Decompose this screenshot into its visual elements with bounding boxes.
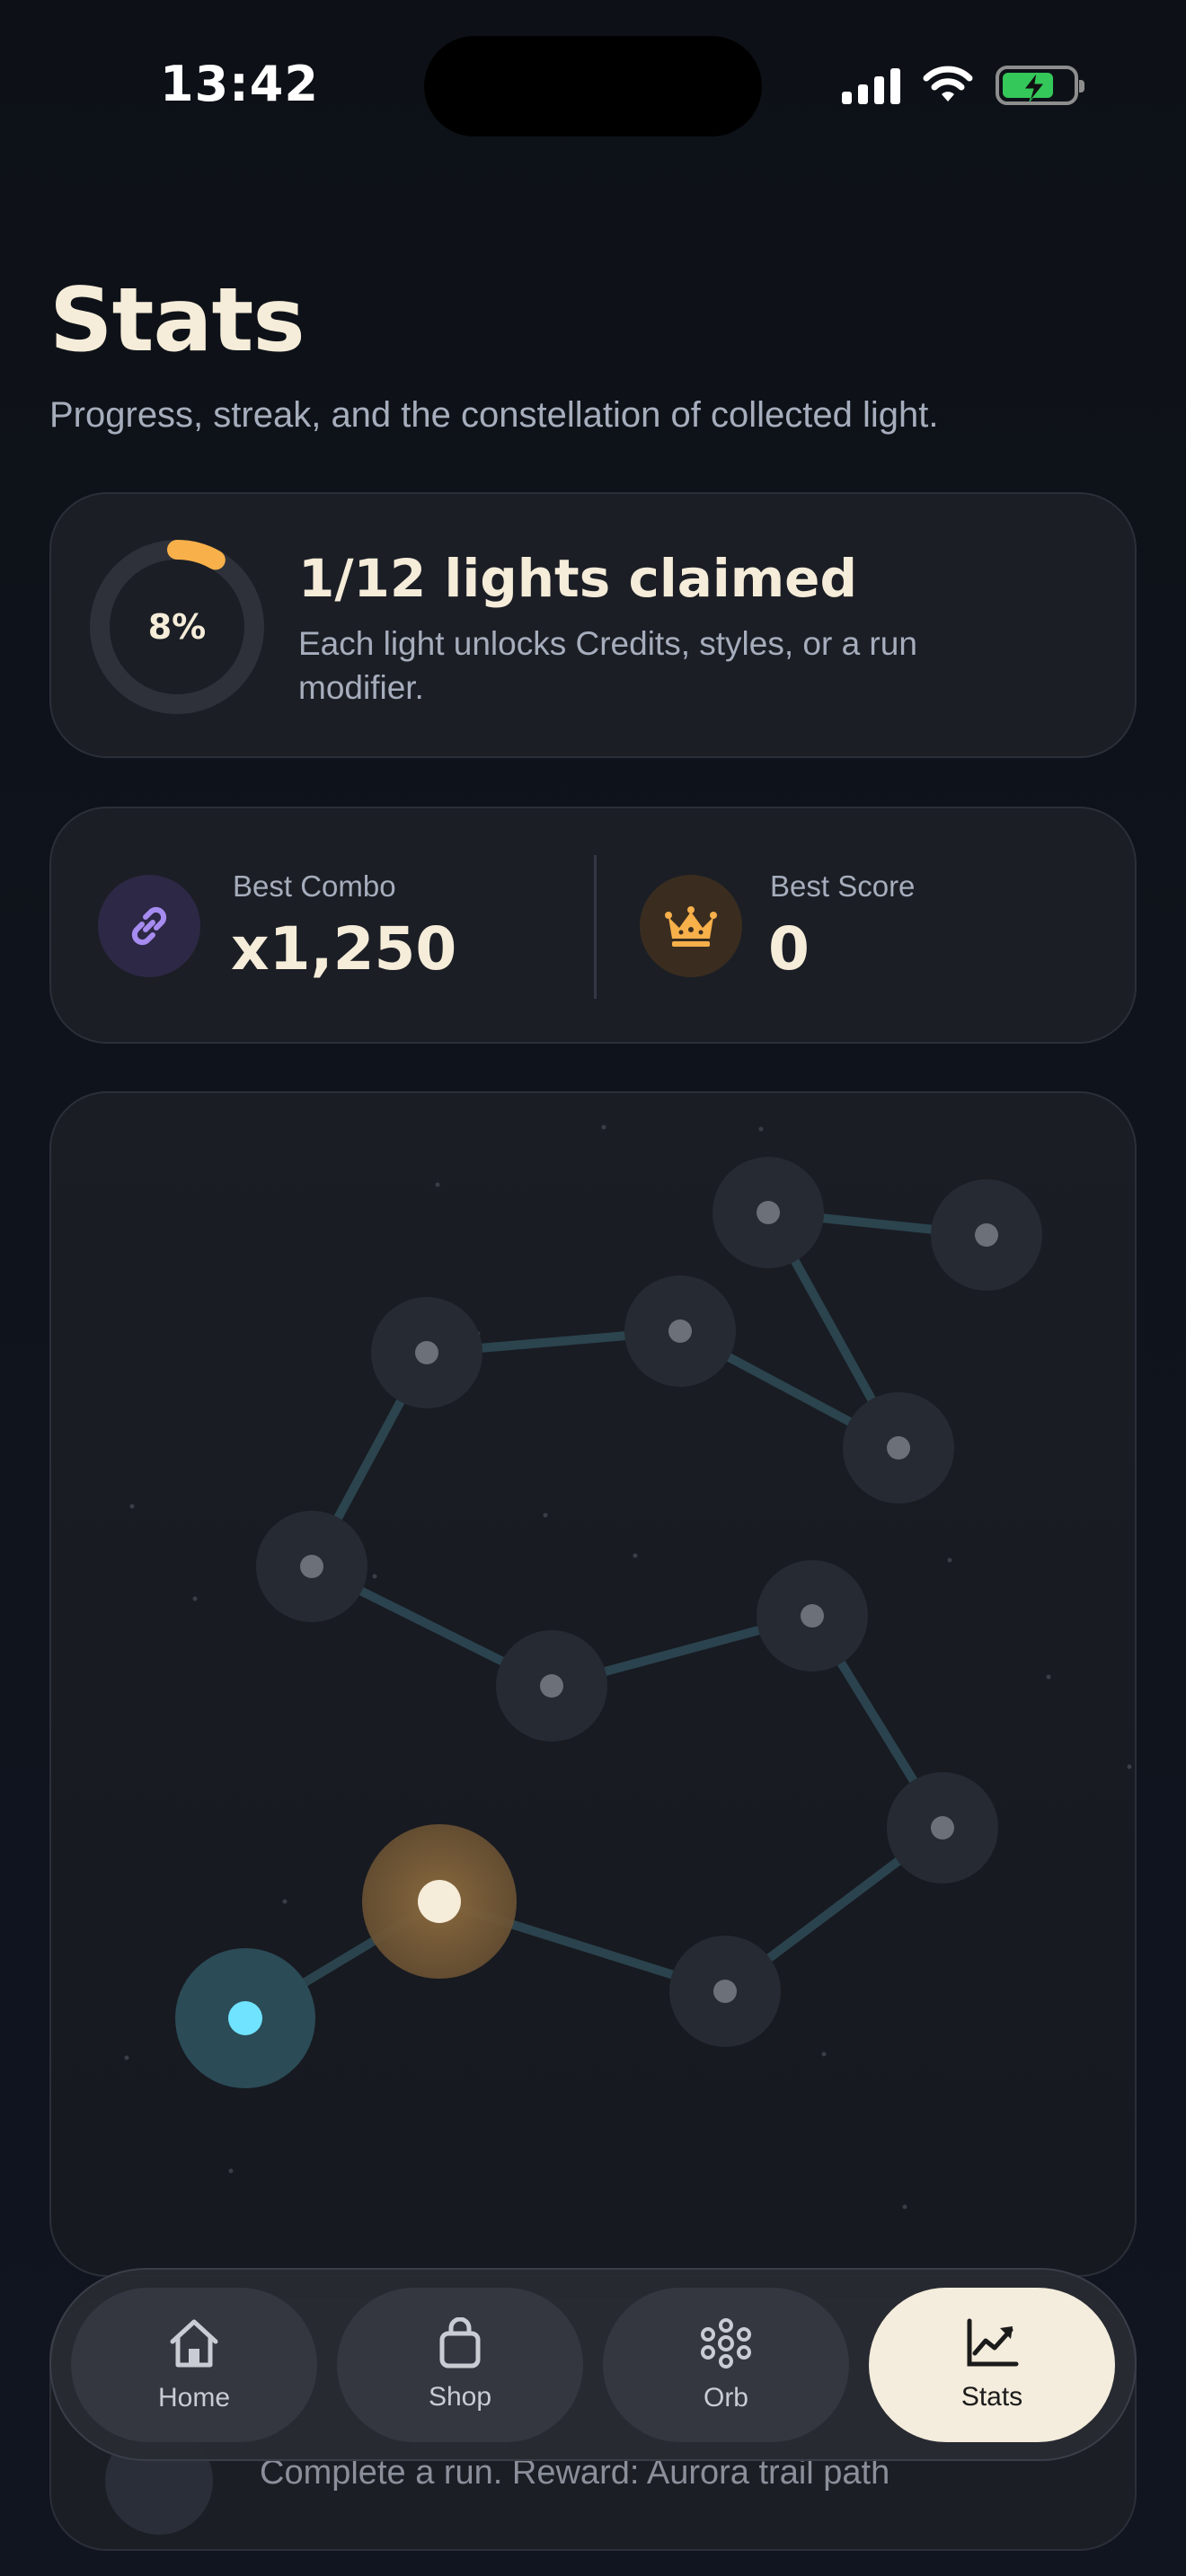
best-combo: Best Combo x1,250 [51, 808, 590, 1045]
orb-icon [701, 2318, 751, 2369]
best-score-value: 0 [768, 914, 810, 984]
background-star [372, 1574, 377, 1579]
background-star [228, 2168, 234, 2174]
nav-stats[interactable]: Stats [869, 2288, 1115, 2442]
battery-charging-icon [996, 66, 1084, 105]
background-star [129, 1504, 135, 1509]
lights-progress-card: 8% 1/12 lights claimed Each light unlock… [49, 492, 1137, 758]
constellation-card [49, 1091, 1137, 2277]
light-node-locked[interactable] [931, 1179, 1042, 1291]
light-node-locked[interactable] [669, 1936, 781, 2047]
home-icon [170, 2319, 218, 2368]
nav-shop-label: Shop [428, 2382, 492, 2412]
progress-title: 1/12 lights claimed [298, 548, 858, 609]
dynamic-island [424, 36, 762, 137]
background-star [947, 1557, 952, 1563]
nav-home-label: Home [157, 2383, 231, 2413]
nav-shop[interactable]: Shop [337, 2288, 583, 2442]
background-star [601, 1125, 606, 1130]
light-node-locked[interactable] [624, 1275, 736, 1387]
background-star [282, 1899, 288, 1904]
background-star [543, 1513, 548, 1518]
background-star [902, 2204, 907, 2210]
page-title: Stats [49, 269, 305, 372]
best-combo-label: Best Combo [233, 869, 396, 903]
light-node-locked[interactable] [757, 1560, 868, 1672]
shopping-bag-icon [439, 2317, 481, 2369]
nav-orb-label: Orb [703, 2383, 748, 2413]
background-star [192, 1596, 198, 1601]
bottom-nav: Home Shop Orb Stats [49, 2268, 1137, 2461]
wifi-icon [923, 66, 973, 101]
signal-icon [842, 66, 900, 104]
nav-home[interactable]: Home [71, 2288, 317, 2442]
progress-percent: 8% [147, 607, 207, 647]
crown-icon [640, 875, 742, 977]
background-star [124, 2055, 129, 2060]
status-time: 13:42 [160, 56, 319, 112]
best-score: Best Score 0 [597, 808, 1136, 1045]
status-bar: 13:42 [0, 0, 1186, 171]
light-node-current[interactable] [175, 1948, 315, 2088]
link-icon [98, 875, 200, 977]
light-node-locked[interactable] [712, 1157, 824, 1268]
best-score-label: Best Score [770, 869, 916, 903]
best-stats-card: Best Combo x1,250 Best Score 0 [49, 807, 1137, 1044]
background-star [758, 1126, 764, 1132]
background-star [1127, 1764, 1132, 1769]
constellation-map [124, 1125, 1132, 2210]
status-icons [842, 63, 1084, 108]
chart-icon [967, 2318, 1019, 2367]
background-star [435, 1182, 440, 1187]
nav-orb[interactable]: Orb [603, 2288, 849, 2442]
background-star [633, 1553, 638, 1558]
light-node-locked[interactable] [256, 1511, 367, 1622]
light-node-locked[interactable] [496, 1630, 607, 1742]
best-combo-value: x1,250 [231, 914, 457, 984]
page-subtitle: Progress, streak, and the constellation … [49, 395, 939, 435]
background-star [1046, 1674, 1051, 1680]
background-star [821, 2051, 827, 2057]
light-node-locked[interactable] [887, 1772, 998, 1883]
progress-description: Each light unlocks Credits, styles, or a… [298, 625, 917, 706]
light-node-locked[interactable] [371, 1297, 482, 1408]
light-node-locked[interactable] [843, 1392, 954, 1504]
nav-stats-label: Stats [960, 2382, 1023, 2412]
light-node-claimed[interactable] [362, 1824, 517, 1979]
